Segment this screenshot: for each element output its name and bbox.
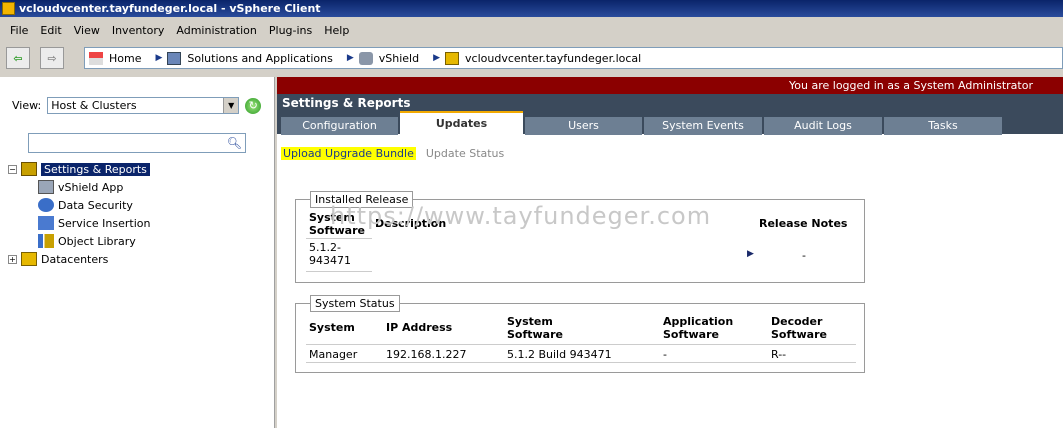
- software-version: 5.1.2- 943471: [309, 241, 351, 267]
- release-notes-value: -: [802, 249, 806, 262]
- login-status-bar: You are logged in as a System Administra…: [277, 77, 1063, 94]
- tree-item-label: Service Insertion: [58, 216, 151, 230]
- window-title: vcloudvcenter.tayfundeger.local - vSpher…: [19, 2, 321, 15]
- system-status-legend: System Status: [310, 295, 400, 312]
- breadcrumb-label: vShield: [378, 51, 420, 65]
- service-insertion-icon: [38, 216, 54, 230]
- tab-updates[interactable]: Updates: [400, 111, 523, 135]
- login-status-text: You are logged in as a System Administra…: [789, 79, 1033, 92]
- view-dropdown-value: Host & Clusters: [51, 99, 137, 112]
- object-library-icon: [38, 234, 54, 248]
- column-header: Decoder Software: [771, 315, 827, 341]
- vsphere-app-icon: [2, 2, 15, 15]
- menu-help[interactable]: Help: [318, 24, 355, 37]
- tree-item-label: Object Library: [58, 234, 136, 248]
- tree-item-vshield-app[interactable]: vShield App: [8, 178, 268, 196]
- menu-plugins[interactable]: Plug-ins: [263, 24, 318, 37]
- menu-administration[interactable]: Administration: [170, 24, 263, 37]
- column-header: IP Address: [386, 321, 453, 334]
- table-cell: R--: [771, 348, 787, 361]
- tab-users[interactable]: Users: [525, 117, 642, 135]
- content-panel: You are logged in as a System Administra…: [277, 77, 1063, 428]
- tree-item-settings-reports[interactable]: − Settings & Reports: [8, 160, 268, 178]
- update-subtabs: Upload Upgrade Bundle Update Status: [281, 147, 504, 160]
- menu-view[interactable]: View: [68, 24, 106, 37]
- vshield-app-icon: [38, 180, 54, 194]
- tree-item-label: vShield App: [58, 180, 124, 194]
- view-label: View:: [12, 99, 42, 112]
- view-selector-row: View: Host & Clusters ▼ ↻: [12, 97, 262, 114]
- tab-bar: Configuration Updates Users System Event…: [281, 111, 1004, 135]
- breadcrumb: Home ▶ Solutions and Applications ▶ vShi…: [84, 47, 1063, 69]
- menu-bar: File Edit View Inventory Administration …: [0, 20, 355, 40]
- collapse-icon[interactable]: −: [8, 164, 17, 174]
- window-titlebar: vcloudvcenter.tayfundeger.local - vSpher…: [0, 0, 1063, 17]
- watermark: https://www.tayfundeger.com: [330, 202, 712, 230]
- update-status-link[interactable]: Update Status: [426, 147, 504, 160]
- tab-audit-logs[interactable]: Audit Logs: [764, 117, 882, 135]
- breadcrumb-arrow-icon: ▶: [433, 53, 441, 63]
- breadcrumb-vcenter[interactable]: ▶ vcloudvcenter.tayfundeger.local: [433, 51, 642, 65]
- breadcrumb-label: Solutions and Applications: [187, 51, 333, 65]
- column-header: Application Software: [663, 315, 734, 341]
- breadcrumb-label: Home: [109, 51, 142, 65]
- vshield-icon: [358, 51, 373, 65]
- back-button[interactable]: ⇦: [6, 47, 30, 69]
- table-cell: 5.1.2 Build 943471: [507, 348, 612, 361]
- vcenter-icon: [445, 51, 460, 65]
- table-cell: -: [663, 348, 667, 361]
- system-status-group: System Status System IP Address System S…: [295, 295, 865, 373]
- breadcrumb-vshield[interactable]: ▶ vShield: [346, 51, 420, 65]
- home-icon: [89, 51, 103, 65]
- view-dropdown[interactable]: Host & Clusters ▼: [47, 97, 240, 114]
- tree-item-service-insertion[interactable]: Service Insertion: [8, 214, 268, 232]
- folder-icon: [21, 252, 37, 266]
- forward-arrow-icon: ⇨: [47, 51, 57, 65]
- breadcrumb-solutions[interactable]: ▶ Solutions and Applications: [155, 51, 333, 65]
- breadcrumb-arrow-icon: ▶: [346, 53, 354, 63]
- tree-item-label: Datacenters: [41, 252, 109, 266]
- column-header: Release Notes: [759, 217, 848, 230]
- tab-system-events[interactable]: System Events: [644, 117, 762, 135]
- page-title: Settings & Reports: [282, 96, 411, 110]
- tree-item-label: Settings & Reports: [41, 162, 150, 176]
- breadcrumb-label: vcloudvcenter.tayfundeger.local: [465, 51, 642, 65]
- tree-item-label: Data Security: [58, 198, 133, 212]
- menu-edit[interactable]: Edit: [34, 24, 67, 37]
- column-header: System: [309, 321, 355, 334]
- tab-tasks[interactable]: Tasks: [884, 117, 1002, 135]
- section-header: Settings & Reports Configuration Updates…: [277, 94, 1063, 135]
- navigation-bar: ⇦ ⇨ Home ▶ Solutions and Applications ▶ …: [0, 43, 1063, 74]
- release-notes-arrow-icon[interactable]: ▶: [747, 249, 754, 259]
- forward-button[interactable]: ⇨: [40, 47, 64, 69]
- search-icon[interactable]: 🔍︎: [227, 136, 242, 150]
- data-security-icon: [38, 198, 54, 212]
- tree-item-object-library[interactable]: Object Library: [8, 232, 268, 250]
- search-input[interactable]: 🔍︎: [28, 133, 246, 153]
- inventory-tree: − Settings & Reports vShield App Data Se…: [8, 160, 268, 268]
- menu-inventory[interactable]: Inventory: [106, 24, 171, 37]
- column-header: System Software: [507, 315, 563, 341]
- breadcrumb-home[interactable]: Home: [89, 51, 142, 65]
- expand-icon[interactable]: +: [8, 254, 17, 264]
- tab-configuration[interactable]: Configuration: [281, 117, 398, 135]
- refresh-icon[interactable]: ↻: [245, 97, 262, 114]
- chevron-down-icon: ▼: [223, 98, 239, 113]
- tree-item-datacenters[interactable]: + Datacenters: [8, 250, 268, 268]
- upload-upgrade-bundle-link[interactable]: Upload Upgrade Bundle: [281, 147, 416, 160]
- menu-file[interactable]: File: [4, 24, 34, 37]
- table-cell: 192.168.1.227: [386, 348, 467, 361]
- breadcrumb-arrow-icon: ▶: [155, 53, 163, 63]
- settings-reports-icon: [21, 162, 37, 176]
- tree-item-data-security[interactable]: Data Security: [8, 196, 268, 214]
- table-cell: Manager: [309, 348, 358, 361]
- solutions-icon: [167, 51, 182, 65]
- inventory-panel: View: Host & Clusters ▼ ↻ 🔍︎ − Settings …: [0, 77, 275, 428]
- back-arrow-icon: ⇦: [13, 51, 23, 65]
